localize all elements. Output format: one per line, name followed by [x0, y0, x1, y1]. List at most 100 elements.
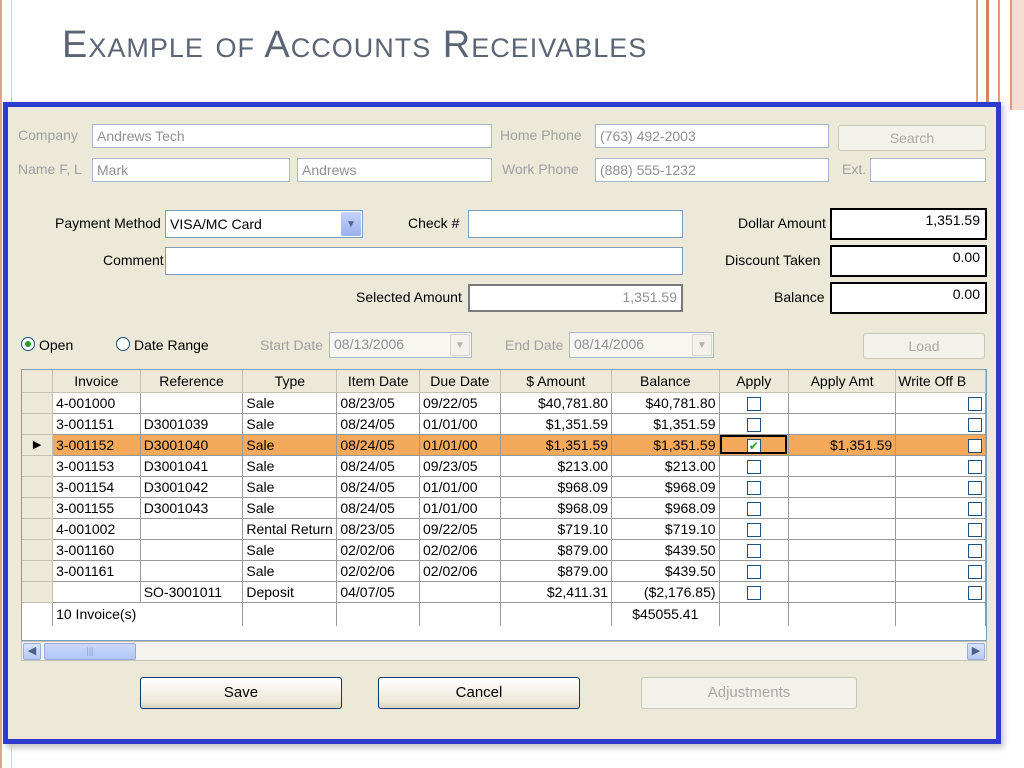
table-row[interactable]: 3-001160 Sale 02/02/06 02/02/06 $879.00 $439.… — [22, 539, 986, 561]
cell-apply — [719, 413, 789, 435]
row-selector[interactable] — [22, 497, 54, 519]
column-header-reference[interactable]: Reference — [140, 370, 244, 393]
ext-field[interactable] — [870, 158, 986, 182]
write-off-checkbox[interactable] — [968, 564, 982, 579]
cell-apply-amt[interactable] — [788, 518, 897, 540]
check-number-field[interactable] — [468, 210, 683, 238]
write-off-checkbox[interactable] — [968, 501, 982, 516]
ext-label: Ext. — [842, 161, 867, 177]
apply-checkbox[interactable] — [746, 501, 761, 516]
apply-checkbox[interactable] — [746, 396, 761, 411]
cell-apply-amt[interactable] — [788, 455, 897, 477]
apply-checkbox[interactable] — [746, 417, 761, 432]
table-row[interactable]: ▶ 3-001152 D3001040 Sale 08/24/05 01/01/00 $1,… — [22, 434, 986, 456]
write-off-checkbox[interactable] — [968, 522, 982, 537]
search-button[interactable]: Search — [838, 125, 986, 151]
work-phone-field[interactable]: (888) 555-1232 — [595, 158, 829, 182]
table-row[interactable]: 4-001002 Rental Return 08/23/05 09/22/05 $71… — [22, 518, 986, 540]
scroll-left-icon[interactable]: ◀ — [23, 643, 41, 660]
load-button[interactable]: Load — [863, 333, 985, 359]
payment-method-select[interactable]: VISA/MC Card ▼ — [165, 210, 363, 238]
column-header-due-date[interactable]: Due Date — [419, 370, 501, 393]
accounts-receivable-window: Company Andrews Tech Name F, L Mark Andr… — [3, 102, 1001, 744]
cell-apply-amt[interactable] — [788, 581, 897, 603]
cancel-button[interactable]: Cancel — [378, 677, 580, 709]
row-selector[interactable] — [22, 413, 54, 435]
adjustments-button[interactable]: Adjustments — [641, 677, 857, 709]
apply-checkbox[interactable] — [746, 459, 761, 474]
apply-checkbox[interactable] — [746, 585, 761, 600]
column-header-invoice[interactable]: Invoice — [52, 370, 141, 393]
column-header-apply[interactable]: Apply — [719, 370, 789, 393]
cell-apply-amt[interactable] — [788, 392, 897, 414]
write-off-checkbox[interactable] — [968, 417, 982, 432]
row-selector[interactable] — [22, 539, 54, 561]
apply-checkbox[interactable] — [746, 522, 761, 537]
write-off-checkbox[interactable] — [968, 480, 982, 495]
start-date-picker[interactable]: 08/13/2006 ▼ — [329, 332, 472, 358]
save-button[interactable]: Save — [140, 677, 342, 709]
open-radio[interactable] — [21, 337, 35, 351]
cell-apply-amt[interactable] — [788, 497, 897, 519]
comment-field[interactable] — [165, 247, 683, 275]
write-off-checkbox[interactable] — [968, 438, 982, 453]
write-off-checkbox[interactable] — [968, 543, 982, 558]
cell-balance: $719.10 — [611, 518, 720, 540]
column-header-balance[interactable]: Balance — [611, 370, 720, 393]
cell-apply-amt[interactable]: $1,351.59 — [788, 434, 897, 456]
dollar-amount-field[interactable]: 1,351.59 — [830, 208, 987, 240]
apply-checkbox[interactable] — [746, 564, 761, 579]
table-row[interactable]: 4-001000 Sale 08/23/05 09/22/05 $40,781.80 $4… — [22, 392, 986, 414]
cell-type: Sale — [242, 455, 338, 477]
table-row[interactable]: 3-001154 D3001042 Sale 08/24/05 01/01/00 $968… — [22, 476, 986, 498]
scroll-thumb[interactable]: ||| — [44, 643, 136, 660]
scroll-right-icon[interactable]: ▶ — [967, 643, 985, 660]
cell-invoice: 3-001154 — [52, 476, 141, 498]
horizontal-scrollbar[interactable]: ◀ ||| ▶ — [21, 641, 987, 661]
cell-apply-amt[interactable] — [788, 413, 897, 435]
balance-field[interactable]: 0.00 — [830, 282, 987, 314]
column-header-item-date[interactable]: Item Date — [336, 370, 421, 393]
company-field[interactable]: Andrews Tech — [92, 124, 492, 148]
cell-balance: $439.50 — [611, 560, 720, 582]
apply-checkbox[interactable] — [746, 480, 761, 495]
column-header-amount[interactable]: $ Amount — [500, 370, 613, 393]
cell-apply-amt[interactable] — [788, 476, 897, 498]
cell-invoice: 4-001000 — [52, 392, 141, 414]
date-range-radio[interactable] — [116, 337, 130, 351]
column-header-apply-amt[interactable]: Apply Amt — [788, 370, 897, 393]
cell-apply-amt[interactable] — [788, 560, 897, 582]
first-name-field[interactable]: Mark — [92, 158, 290, 182]
table-row[interactable]: 3-001155 D3001043 Sale 08/24/05 01/01/00 $968… — [22, 497, 986, 519]
open-radio-label[interactable]: Open — [39, 337, 73, 353]
apply-checkbox[interactable] — [746, 543, 761, 558]
table-row[interactable]: SO-3001011 Deposit 04/07/05 $2,411.31 ($2,17… — [22, 581, 986, 603]
home-phone-field[interactable]: (763) 492-2003 — [595, 124, 829, 148]
chevron-down-icon[interactable]: ▼ — [692, 334, 712, 356]
last-name-field[interactable]: Andrews — [297, 158, 492, 182]
checked-checkbox[interactable]: ✔ — [746, 438, 761, 453]
row-selector[interactable] — [22, 581, 54, 603]
row-selector[interactable] — [22, 476, 54, 498]
current-row-indicator-icon[interactable]: ▶ — [22, 434, 54, 456]
write-off-checkbox[interactable] — [968, 459, 982, 474]
table-row[interactable]: 3-001161 Sale 02/02/06 02/02/06 $879.00 $439.… — [22, 560, 986, 582]
column-header-write-off[interactable]: Write Off B — [895, 370, 986, 393]
row-selector[interactable] — [22, 518, 54, 540]
table-row[interactable]: 3-001151 D3001039 Sale 08/24/05 01/01/00 $1,3… — [22, 413, 986, 435]
row-selector[interactable] — [22, 560, 54, 582]
date-range-radio-label[interactable]: Date Range — [134, 337, 209, 353]
chevron-down-icon[interactable]: ▼ — [450, 334, 470, 356]
cell-apply-amt[interactable] — [788, 539, 897, 561]
chevron-down-icon[interactable]: ▼ — [341, 212, 361, 236]
write-off-checkbox[interactable] — [968, 585, 982, 600]
invoice-grid: Invoice Reference Type Item Date Due Dat… — [21, 369, 987, 641]
row-selector[interactable] — [22, 455, 54, 477]
name-label: Name F, L — [18, 161, 82, 177]
write-off-checkbox[interactable] — [968, 396, 982, 411]
table-row[interactable]: 3-001153 D3001041 Sale 08/24/05 09/23/05 $213… — [22, 455, 986, 477]
discount-taken-field[interactable]: 0.00 — [830, 245, 987, 277]
row-selector[interactable] — [22, 392, 54, 414]
column-header-type[interactable]: Type — [242, 370, 338, 393]
end-date-picker[interactable]: 08/14/2006 ▼ — [569, 332, 714, 358]
